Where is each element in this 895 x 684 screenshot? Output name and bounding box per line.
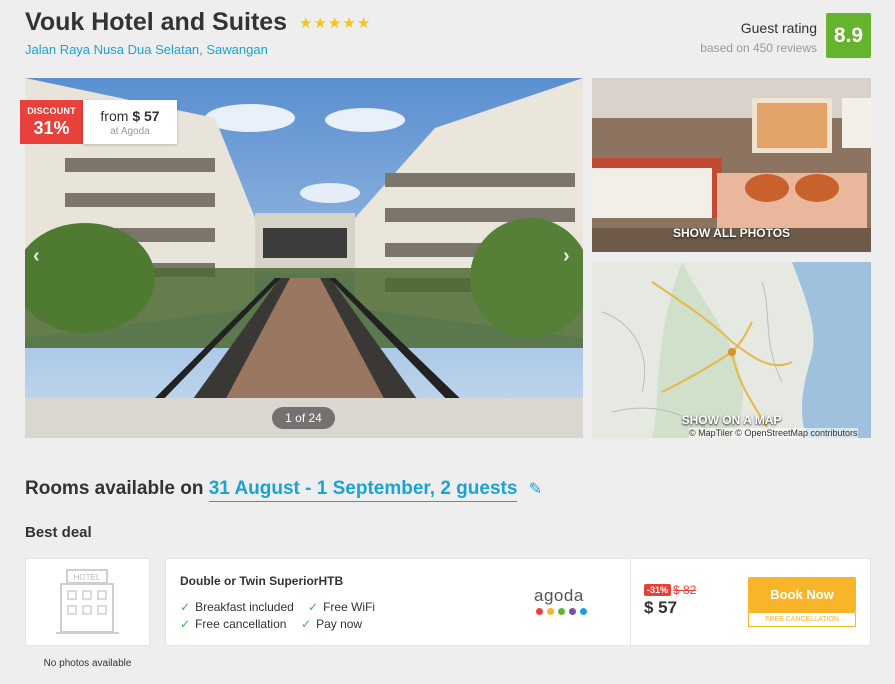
show-on-map-label[interactable]: SHOW ON A MAP: [592, 413, 871, 427]
discount-value: 31%: [33, 118, 70, 138]
book-now-button[interactable]: Book Now: [748, 577, 856, 612]
chevron-right-icon[interactable]: ›: [563, 245, 570, 268]
discount-percent-badge: -31%: [644, 584, 672, 596]
chevron-left-icon[interactable]: ‹: [33, 245, 40, 268]
pencil-icon[interactable]: ✎: [529, 481, 542, 498]
deal-price: $ 57: [644, 598, 678, 617]
dates-guests-selector[interactable]: 31 August - 1 September, 2 guests: [208, 478, 518, 502]
check-icon: ✓: [180, 617, 191, 631]
no-photos-text: No photos available: [43, 658, 132, 669]
room-photo-placeholder: HOTEL: [25, 558, 150, 646]
from-price: $ 57: [132, 108, 160, 124]
old-price: $ 82: [673, 583, 697, 597]
feature-breakfast: ✓ Breakfast included: [180, 600, 294, 614]
hotel-address-link[interactable]: Jalan Raya Nusa Dua Selatan, Sawangan: [25, 42, 268, 57]
star-icon: ★: [299, 15, 313, 32]
price-divider: [630, 559, 631, 645]
check-icon: ✓: [180, 600, 191, 614]
rating-score-badge: 8.9: [826, 13, 871, 58]
star-icon: ★: [342, 15, 356, 32]
photo-counter: 1 of 24: [272, 407, 335, 429]
rooms-heading: Rooms available on 31 August - 1 Septemb…: [25, 478, 542, 502]
free-cancellation-tag: FREE CANCELLATION: [748, 612, 856, 627]
from-source: at Agoda: [110, 126, 150, 137]
agoda-logo: agoda: [534, 586, 584, 605]
feature-wifi: ✓ Free WiFi: [308, 600, 376, 614]
rooms-heading-label: Rooms available on: [25, 478, 204, 499]
best-deal-heading: Best deal: [25, 524, 92, 541]
discount-label: DISCOUNT: [27, 106, 76, 116]
from-price-box[interactable]: from $ 57 at Agoda: [83, 100, 177, 144]
room-name: Double or Twin SuperiorHTB: [180, 574, 344, 588]
show-all-photos-label[interactable]: SHOW ALL PHOTOS: [592, 226, 871, 240]
check-icon: ✓: [308, 600, 319, 614]
review-count[interactable]: based on 450 reviews: [700, 41, 817, 55]
map-attribution[interactable]: © MapTiler © OpenStreetMap contributors: [689, 428, 858, 438]
hotel-title: Vouk Hotel and Suites: [25, 8, 288, 36]
feature-cancellation: ✓ Free cancellation: [180, 617, 287, 631]
star-icon: ★: [356, 15, 371, 32]
feature-pay-now: ✓ Pay now: [301, 617, 363, 631]
star-icon: ★: [313, 15, 327, 32]
from-prefix: from: [100, 108, 129, 124]
star-icon: ★: [327, 15, 342, 32]
svg-text:HOTEL: HOTEL: [74, 573, 101, 582]
agoda-logo-dots: [536, 608, 587, 615]
guest-rating-label: Guest rating: [740, 20, 817, 36]
discount-badge: DISCOUNT 31%: [20, 100, 83, 144]
map-thumbnail[interactable]: [592, 262, 871, 438]
check-icon: ✓: [301, 617, 312, 631]
star-rating: ★ ★ ★ ★ ★: [299, 15, 370, 32]
